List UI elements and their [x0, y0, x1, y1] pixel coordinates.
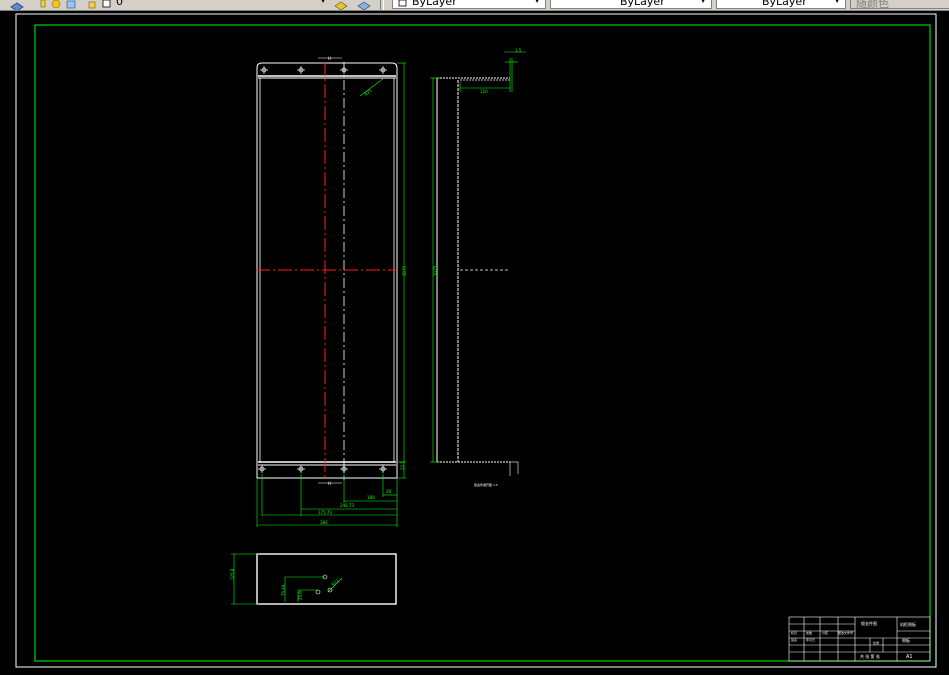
current-layer-name[interactable]: 0 — [116, 0, 123, 8]
front-height-label: 3075 — [402, 265, 407, 276]
color-combo-arrow-icon[interactable]: ▼ — [534, 0, 540, 4]
bulb-icon[interactable] — [38, 0, 50, 8]
title-row-label-1: 标记 — [791, 630, 797, 635]
dim-380: 380 — [320, 520, 328, 525]
linetype-combo-value: ByLayer — [620, 0, 665, 8]
drawing-frame — [34, 24, 931, 662]
layer-manager-icon[interactable] — [10, 0, 24, 10]
section-marker-bottom: H — [328, 481, 331, 486]
section-marker-top: H — [328, 56, 331, 61]
bottom-holes — [258, 465, 387, 473]
front-dimensions — [256, 62, 406, 527]
linetype-combo-arrow-icon[interactable]: ▼ — [700, 0, 706, 4]
layer-lock-icon[interactable] — [66, 0, 78, 9]
title-row-label-4: 更改文件号 — [838, 630, 853, 635]
dim-24673: 246.73 — [340, 503, 354, 508]
make-current-layer-icon[interactable] — [334, 0, 348, 10]
side-note: 钣金件展开图 1:5 — [474, 482, 498, 487]
thickness-label: 1.5 — [515, 48, 522, 53]
side-height-label: 3075 — [433, 265, 438, 276]
top-holes — [260, 66, 387, 74]
title-row-label-5: 签名 — [791, 637, 797, 642]
front-view: H H R25 — [256, 56, 398, 486]
lineweight-combo-value: ByLayer — [762, 0, 807, 8]
title-row-label-2: 处数 — [806, 630, 812, 635]
bottom-gap-label: 22.5 — [400, 461, 405, 470]
title-drawing-no: 侧板 — [902, 637, 910, 643]
color-combo-swatch-icon — [398, 0, 410, 8]
detail-radius: R12 — [330, 578, 340, 587]
detail-view — [231, 553, 397, 605]
drawing-canvas[interactable]: H H R25 3075 22.5 180 28 246.73 375.73 3… — [0, 10, 949, 675]
side-view — [430, 51, 526, 476]
paper-border — [15, 13, 937, 668]
dim-28: 28 — [386, 489, 392, 494]
title-size: A1 — [906, 654, 913, 660]
color-swatch-icon[interactable] — [102, 0, 114, 8]
lock-icon[interactable] — [88, 0, 100, 9]
title-main: 钣金件图 — [861, 620, 877, 626]
title-bottom-row: 共 张 第 张 — [860, 653, 880, 659]
color-combo-value: ByLayer — [412, 0, 457, 8]
title-row-label-6: 年月日 — [806, 637, 815, 642]
toolbar-separator — [380, 0, 384, 10]
title-company: 机柜侧板 — [900, 621, 916, 627]
flange-label: 120 — [480, 89, 488, 94]
sun-icon[interactable] — [50, 0, 62, 9]
lineweight-combo-arrow-icon[interactable]: ▼ — [834, 0, 840, 4]
title-scale-label: 比例 — [873, 640, 879, 645]
radius-label: R25 — [363, 88, 373, 97]
dim-180: 180 — [367, 495, 375, 500]
layer-dropdown-arrow-icon[interactable]: ▼ — [320, 0, 326, 4]
layer-previous-icon[interactable] — [357, 0, 371, 10]
title-row-label-3: 分区 — [822, 630, 828, 635]
dim-7569: 75.69 — [281, 584, 286, 596]
dim-259: 25.9 — [298, 591, 303, 600]
dim-37573: 375.73 — [318, 510, 332, 515]
detail-height-label: 125.8 — [230, 568, 235, 580]
